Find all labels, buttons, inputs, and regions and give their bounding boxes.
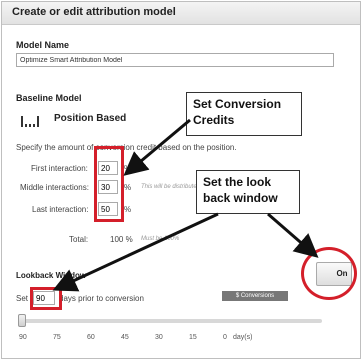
arrow-to-interactions <box>123 118 191 176</box>
arrow-to-toggle <box>267 212 319 258</box>
annotation-arrows <box>52 118 319 292</box>
arrow-to-lookback-input <box>52 212 219 292</box>
